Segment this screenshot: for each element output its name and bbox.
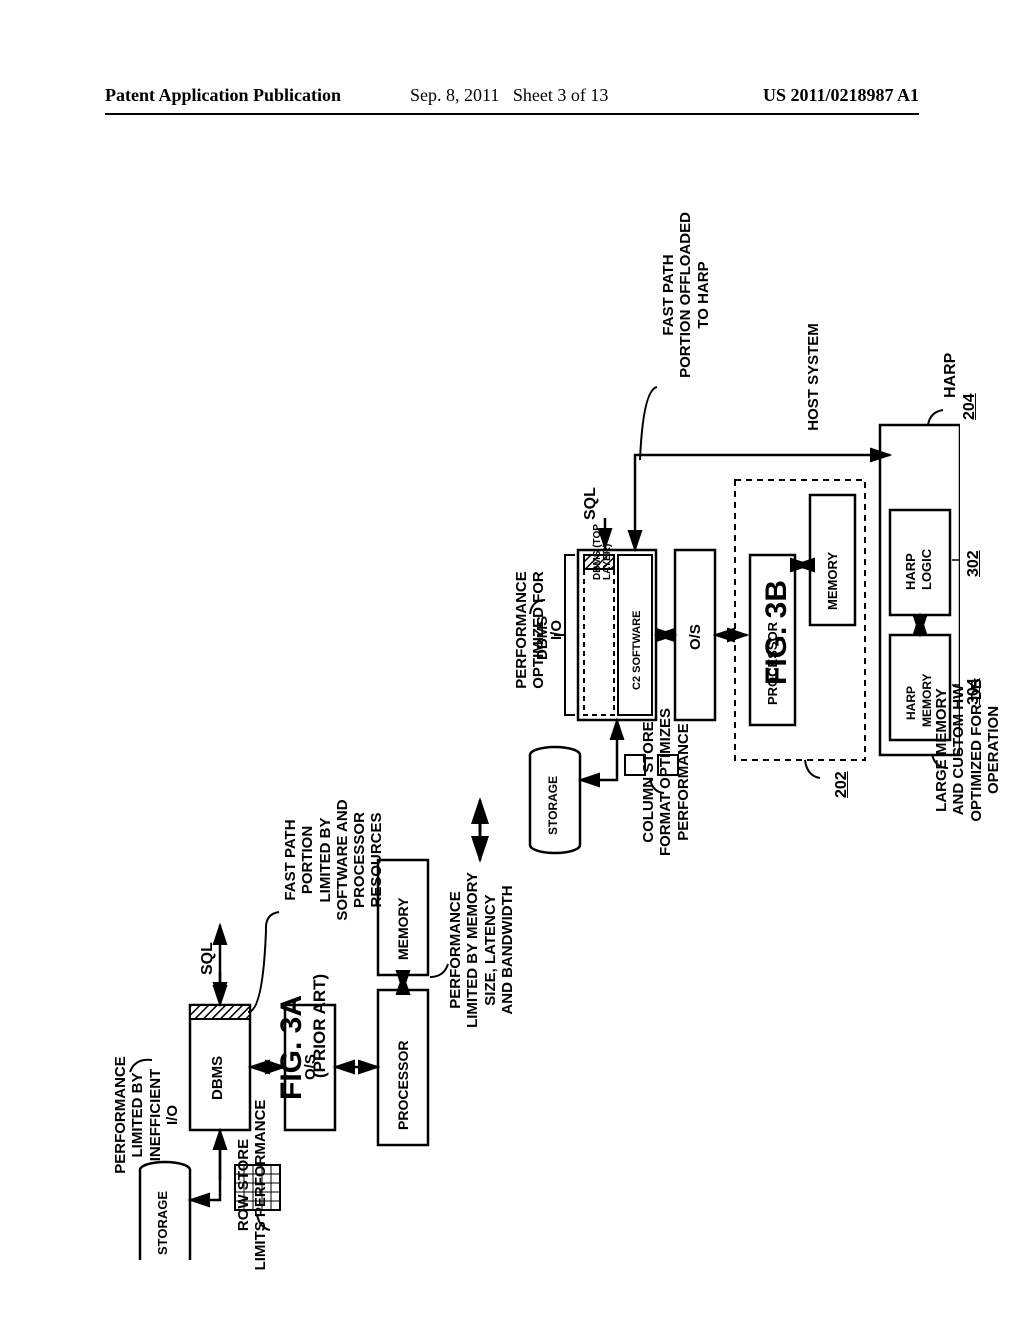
svg-text:LAYER): LAYER) (602, 544, 613, 580)
svg-text:MEMORY: MEMORY (825, 552, 840, 610)
svg-text:MEMORY: MEMORY (920, 673, 934, 727)
note-fast-a: FAST PATH PORTION LIMITED BY SOFTWARE AN… (282, 780, 386, 940)
note-row-a: ROW STORE LIMITS PERFORMANCE (235, 1095, 270, 1275)
note-io-b-text: PERFORMANCE OPTIMIZED FOR I/O (513, 571, 565, 689)
svg-text:C2 SOFTWARE: C2 SOFTWARE (631, 611, 643, 690)
svg-text:HARP: HARP (904, 686, 918, 720)
svg-text:STORAGE: STORAGE (155, 1191, 170, 1255)
harp-logic-ref-text: 302 (965, 550, 982, 577)
fig-3a-sublabel-text: (PRIOR ART) (310, 974, 330, 1078)
fig-3b-label-text: FIG. 3B (760, 580, 794, 685)
note-io-a: PERFORMANCE LIMITED BY INEFFICIENT I/O (112, 1055, 181, 1175)
harp-ref-text: 204 (961, 393, 978, 420)
header-date: Sep. 8, 2011 Sheet 3 of 13 (410, 85, 608, 106)
host-label-text: HOST SYSTEM (805, 323, 822, 431)
svg-text:MEMORY: MEMORY (395, 897, 411, 960)
host-label: HOST SYSTEM (805, 312, 822, 442)
harp-ref: 204 (961, 393, 979, 420)
note-row-a-text: ROW STORE LIMITS PERFORMANCE (235, 1100, 269, 1271)
fig-3b: SQL DBMS DBMS (TOP LAYER) C2 SOFTWARE (530, 387, 960, 853)
note-io-a-text: PERFORMANCE LIMITED BY INEFFICIENT I/O (112, 1056, 181, 1174)
harp-mem-ref-text: 304 (965, 678, 982, 705)
header-left: Patent Application Publication (105, 85, 341, 106)
svg-text:STORAGE: STORAGE (546, 776, 560, 835)
note-io-b: PERFORMANCE OPTIMIZED FOR I/O (513, 560, 565, 700)
note-mem-a-text: PERFORMANCE LIMITED BY MEMORY SIZE, LATE… (447, 872, 516, 1028)
svg-text:SQL: SQL (582, 487, 599, 520)
note-fast-b: FAST PATH PORTION OFFLOADED TO HARP (660, 200, 712, 390)
fig-3a-sublabel: (PRIOR ART) (310, 1078, 414, 1098)
harp-logic-ref: 302 (965, 550, 983, 577)
note-col-b-text: COLUMN STORE FORMAT OPTIMIZES PERFORMANC… (640, 708, 692, 856)
fig-3a-label: FIG. 3A (275, 1100, 380, 1134)
svg-text:O/S: O/S (687, 624, 704, 650)
header-date-text: Sep. 8, 2011 (410, 85, 499, 105)
figure-area: SQL DBMS O/S PROCESSOR (60, 160, 960, 1260)
harp-label-text: HARP (942, 353, 959, 398)
header-sheet: Sheet 3 of 13 (513, 85, 608, 105)
note-mem-a: PERFORMANCE LIMITED BY MEMORY SIZE, LATE… (447, 860, 516, 1040)
svg-text:HARP: HARP (903, 553, 918, 590)
page: Patent Application Publication Sep. 8, 2… (0, 0, 1024, 1320)
fig-3b-label: FIG. 3B (760, 685, 865, 719)
header-rule (105, 113, 919, 115)
host-ref: 202 (833, 771, 851, 798)
header-docnum: US 2011/0218987 A1 (763, 85, 919, 106)
host-ref-text: 202 (833, 771, 850, 798)
svg-text:DBMS: DBMS (209, 1056, 226, 1100)
note-fast-a-text: FAST PATH PORTION LIMITED BY SOFTWARE AN… (282, 799, 385, 920)
fig-3a-label-text: FIG. 3A (275, 995, 309, 1100)
svg-text:SQL: SQL (199, 942, 216, 975)
svg-text:LOGIC: LOGIC (919, 548, 934, 590)
harp-label: HARP (942, 353, 960, 398)
note-col-b: COLUMN STORE FORMAT OPTIMIZES PERFORMANC… (640, 692, 692, 872)
harp-mem-ref: 304 (965, 678, 983, 705)
note-fast-b-text: FAST PATH PORTION OFFLOADED TO HARP (660, 212, 712, 378)
